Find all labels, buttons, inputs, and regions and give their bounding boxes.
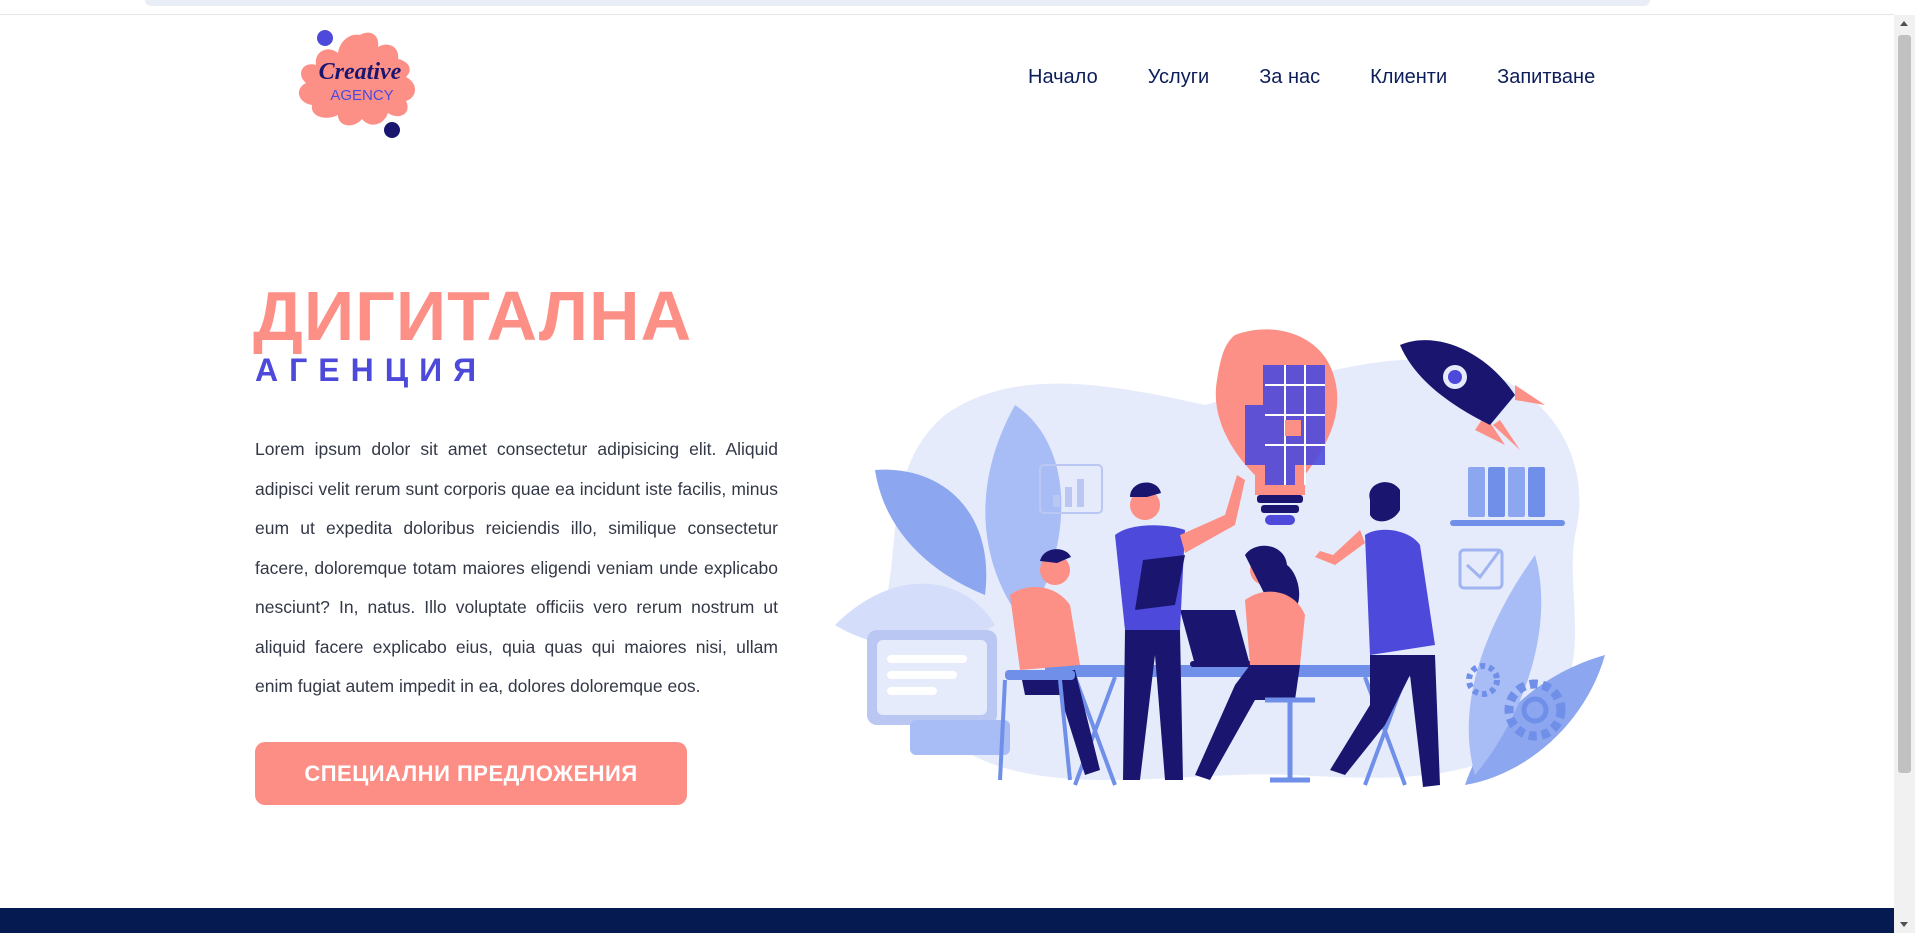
hero-subtitle: АГЕНЦИЯ [255,352,488,388]
vertical-scrollbar[interactable] [1894,15,1915,933]
hero-title: ДИГИТАЛНА [253,277,693,355]
special-offers-button[interactable]: СПЕЦИАЛНИ ПРЕДЛОЖЕНИЯ [255,742,687,805]
main-nav: Начало Услуги За нас Клиенти Запитване [1028,62,1595,92]
logo-dot-top [317,30,333,46]
logo-text-creative: Creative [319,59,402,85]
scroll-up-arrow-icon[interactable] [1900,21,1908,26]
creative-agency-logo[interactable]: Creative AGENCY [288,25,432,143]
nav-item-clients[interactable]: Клиенти [1370,62,1447,92]
team-illustration [835,329,1605,787]
scrollbar-thumb[interactable] [1898,35,1911,773]
scroll-down-arrow-icon[interactable] [1900,922,1908,927]
logo-text-agency: AGENCY [330,87,393,104]
top-bar [145,0,1650,6]
nav-item-services[interactable]: Услуги [1148,62,1210,92]
hero-paragraph: Lorem ipsum dolor sit amet consectetur a… [255,439,778,696]
footer-band [0,908,1894,933]
nav-item-inquiry[interactable]: Запитване [1497,62,1595,92]
screen-card [867,630,1010,755]
nav-item-home[interactable]: Начало [1028,62,1098,92]
top-strip [0,0,1894,15]
nav-item-about[interactable]: За нас [1259,62,1320,92]
logo-dot-bottom [384,122,400,138]
page: Creative AGENCY Начало Услуги За нас Кли… [0,0,1915,933]
